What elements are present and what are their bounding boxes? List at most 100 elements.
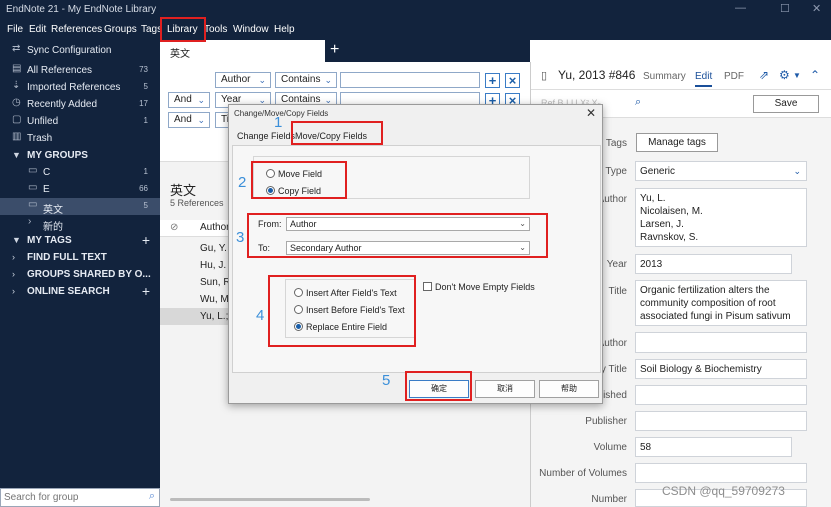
sidebar-item-count: 1	[143, 116, 148, 125]
close-icon[interactable]: ✕	[586, 106, 596, 120]
close-window-button[interactable]: ✕	[812, 2, 821, 15]
row-author: Gu, Y.	[200, 243, 227, 254]
tab-change-fields[interactable]: Change Fields	[237, 131, 295, 141]
sidebar-group-new[interactable]: › 新的	[0, 215, 160, 234]
dont-move-empty-checkbox[interactable]: Don't Move Empty Fields	[423, 282, 535, 292]
group-count: 5	[143, 201, 148, 210]
folder-icon: ▭	[28, 199, 38, 210]
num-volumes-field[interactable]	[635, 463, 807, 483]
type-select[interactable]: Generic ⌄	[635, 161, 807, 181]
my-tags-header[interactable]: ▼ MY TAGS +	[0, 232, 160, 249]
chevron-down-icon: ▼	[12, 235, 21, 245]
search-bool-select-3[interactable]: And ⌄	[168, 112, 210, 128]
minimize-button[interactable]: —	[735, 2, 746, 14]
add-tab-button[interactable]: +	[330, 41, 339, 59]
search-op-select-1[interactable]: Contains ⌄	[275, 72, 337, 88]
tab-pdf[interactable]: PDF	[724, 71, 744, 82]
search-field-select-1[interactable]: Author ⌄	[215, 72, 271, 88]
chevron-right-icon: ›	[28, 216, 32, 227]
my-groups-header[interactable]: ▼ MY GROUPS	[0, 147, 160, 164]
annotation-box-library-menu	[160, 17, 206, 42]
cancel-button[interactable]: 取消	[475, 380, 535, 398]
help-button[interactable]: 帮助	[539, 380, 599, 398]
search-bool-select-2[interactable]: And ⌄	[168, 92, 210, 108]
author-field[interactable]: Yu, L. Nicolaisen, M. Larsen, J. Ravnsko…	[635, 188, 807, 247]
online-search-header[interactable]: › ONLINE SEARCH +	[0, 283, 160, 300]
open-external-icon[interactable]: ⇗	[759, 68, 769, 82]
annotation-number-5: 5	[382, 372, 391, 389]
chevron-down-icon[interactable]: ▼	[793, 71, 801, 80]
tab-edit[interactable]: Edit	[695, 71, 713, 87]
add-tag-icon[interactable]: +	[142, 232, 150, 248]
secondary-title-field[interactable]: Soil Biology & Biochemistry	[635, 359, 807, 379]
sidebar-group-english[interactable]: ▭ 英文 5	[0, 198, 160, 216]
add-search-row-button[interactable]: +	[485, 73, 500, 88]
reference-header: ▯ Yu, 2013 #846 Summary Edit PDF ⇗ ⚙ ▼ ⌃	[531, 62, 831, 90]
row-author: Wu, M	[200, 294, 229, 305]
online-search-label: ONLINE SEARCH	[27, 286, 110, 297]
search-term-input-1[interactable]	[340, 72, 480, 88]
sidebar-group-e[interactable]: ▭ E 66	[0, 181, 160, 198]
import-icon: ⇣	[12, 80, 21, 91]
annotation-number-2: 2	[238, 174, 247, 191]
checkbox-box	[423, 282, 432, 291]
find-full-text-header[interactable]: › FIND FULL TEXT	[0, 249, 160, 266]
sidebar: ⇄ Sync Configuration ▤ All References 73…	[0, 40, 160, 507]
collapse-icon[interactable]: ⌃	[810, 68, 820, 82]
menu-groups[interactable]: Groups	[104, 24, 137, 35]
publisher-label: Publisher	[585, 416, 627, 427]
add-online-search-icon[interactable]: +	[142, 283, 150, 299]
column-author[interactable]: Author	[200, 222, 229, 233]
publisher-field[interactable]	[635, 411, 807, 431]
place-published-field[interactable]	[635, 385, 807, 405]
menu-help[interactable]: Help	[274, 24, 295, 35]
chevron-down-icon: ⌄	[324, 75, 332, 85]
number-label: Number	[591, 494, 627, 505]
annotation-number-4: 4	[256, 307, 265, 324]
sidebar-item-trash[interactable]: ▥ Trash	[0, 130, 160, 147]
sidebar-item-label: All References	[27, 65, 93, 76]
sidebar-group-c[interactable]: ▭ C 1	[0, 164, 160, 181]
search-icon[interactable]: ⌕	[149, 490, 155, 503]
year-field[interactable]: 2013	[635, 254, 792, 274]
menu-references[interactable]: References	[51, 24, 102, 35]
menu-edit[interactable]: Edit	[29, 24, 46, 35]
tab-english[interactable]: 英文	[160, 40, 325, 62]
search-icon[interactable]: ⌕	[635, 96, 641, 109]
sidebar-item-recently-added[interactable]: ◷ Recently Added 17	[0, 96, 160, 113]
group-label: E	[43, 184, 50, 195]
menu-tools[interactable]: Tools	[204, 24, 227, 35]
chevron-down-icon: ⌄	[197, 115, 205, 125]
sidebar-item-unfiled[interactable]: ▢ Unfiled 1	[0, 113, 160, 130]
annotation-number-3: 3	[236, 229, 245, 246]
maximize-button[interactable]: ☐	[780, 2, 790, 15]
attachment-icon[interactable]: ⊘	[170, 222, 178, 233]
remove-search-row-button[interactable]: ×	[505, 73, 520, 88]
group-search-input[interactable]	[1, 489, 136, 505]
sidebar-item-count: 17	[139, 99, 148, 108]
manage-tags-button[interactable]: Manage tags	[636, 133, 718, 152]
folder-icon: ▭	[28, 182, 38, 193]
gear-icon[interactable]: ⚙	[779, 68, 790, 82]
sync-configuration[interactable]: ⇄ Sync Configuration	[0, 42, 160, 59]
sidebar-item-all-references[interactable]: ▤ All References 73	[0, 62, 160, 79]
secondary-author-field[interactable]	[635, 332, 807, 353]
annotation-box-copy-field	[251, 161, 347, 199]
horizontal-scrollbar[interactable]	[170, 498, 370, 501]
reference-title: Yu, 2013 #846	[558, 68, 636, 82]
save-button[interactable]: Save	[753, 95, 819, 113]
title-field[interactable]: Organic fertilization alters the communi…	[635, 280, 807, 326]
folder-icon: ▭	[28, 165, 38, 176]
library-title: 英文	[170, 183, 197, 198]
group-count: 66	[139, 184, 148, 193]
group-label: 英文	[43, 205, 63, 216]
menu-tags[interactable]: Tags	[141, 24, 162, 35]
menu-window[interactable]: Window	[233, 24, 269, 35]
sidebar-item-imported-references[interactable]: ⇣ Imported References 5	[0, 79, 160, 96]
window-title: EndNote 21 - My EndNote Library	[6, 4, 157, 15]
tab-summary[interactable]: Summary	[643, 71, 686, 82]
volume-field[interactable]: 58	[635, 437, 792, 457]
groups-shared-header[interactable]: › GROUPS SHARED BY O...	[0, 266, 160, 283]
menu-file[interactable]: File	[7, 24, 23, 35]
group-label: C	[43, 167, 51, 178]
